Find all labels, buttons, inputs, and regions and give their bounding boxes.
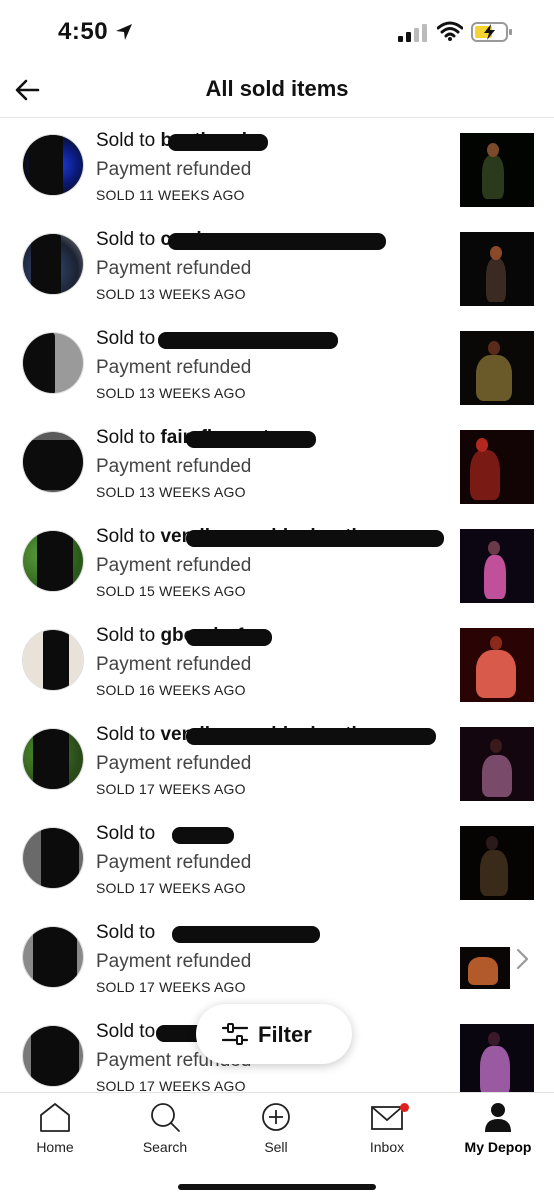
- sold-item-row[interactable]: Sold to Payment refunded SOLD 13 WEEKS A…: [0, 318, 554, 417]
- sold-time: SOLD 11 WEEKS AGO: [96, 187, 245, 203]
- sold-to-label: Sold to: [96, 625, 156, 646]
- sold-item-row[interactable]: Sold to baptizzed Payment refunded SOLD …: [0, 120, 554, 219]
- buyer-avatar: [22, 332, 84, 394]
- sold-time: SOLD 15 WEEKS AGO: [96, 583, 246, 599]
- buyer-avatar: [22, 1025, 84, 1087]
- payment-status: Payment refunded: [96, 852, 252, 873]
- buyer-avatar: [22, 530, 84, 592]
- sold-item-row[interactable]: Sold to vendingmachineboutique Payment r…: [0, 714, 554, 813]
- sold-time: SOLD 17 WEEKS AGO: [96, 979, 246, 995]
- nav-search[interactable]: Search: [110, 1101, 220, 1161]
- page-header: All sold items: [0, 64, 554, 118]
- sold-to-label: Sold to: [96, 922, 156, 943]
- payment-status: Payment refunded: [96, 456, 252, 477]
- wifi-icon: [437, 21, 463, 41]
- nav-label: Search: [142, 1139, 188, 1155]
- item-thumbnail[interactable]: [460, 133, 534, 207]
- item-thumbnail[interactable]: [460, 727, 534, 801]
- item-thumbnail[interactable]: [460, 628, 534, 702]
- profile-icon: [485, 1103, 511, 1132]
- search-icon: [151, 1103, 180, 1132]
- nav-inbox[interactable]: Inbox: [332, 1101, 442, 1161]
- buyer-avatar: [22, 431, 84, 493]
- item-thumbnail[interactable]: [460, 430, 534, 504]
- redaction-bar: [168, 233, 386, 250]
- sold-time: SOLD 13 WEEKS AGO: [96, 385, 246, 401]
- redaction-bar: [168, 134, 268, 151]
- battery-charging-icon: [471, 22, 512, 42]
- sold-to-label: Sold to: [96, 328, 156, 349]
- home-icon: [40, 1103, 70, 1132]
- payment-status: Payment refunded: [96, 159, 252, 180]
- payment-status: Payment refunded: [96, 654, 252, 675]
- filter-sliders-icon: [222, 1023, 248, 1045]
- page-title: All sold items: [205, 76, 349, 101]
- sold-to-label: Sold to: [96, 130, 156, 151]
- sold-time: SOLD 16 WEEKS AGO: [96, 682, 246, 698]
- sold-time: SOLD 13 WEEKS AGO: [96, 286, 246, 302]
- redaction-bar: [158, 332, 338, 349]
- sold-item-row[interactable]: Sold to Payment refunded SOLD 17 WEEKS A…: [0, 912, 554, 1011]
- filter-button[interactable]: Filter: [196, 1004, 352, 1064]
- redaction-bar: [172, 926, 320, 943]
- sold-item-row[interactable]: Sold to Payment refunded SOLD 17 WEEKS A…: [0, 813, 554, 912]
- sell-plus-icon: [262, 1103, 290, 1131]
- sold-time: SOLD 13 WEEKS AGO: [96, 484, 246, 500]
- sold-to-label: Sold to: [96, 1021, 156, 1042]
- status-time: 4:50: [58, 18, 109, 45]
- redaction-bar: [172, 827, 234, 844]
- chevron-right-icon[interactable]: [512, 946, 532, 972]
- sold-item-row[interactable]: Sold to carriganrosemary Payment refunde…: [0, 219, 554, 318]
- location-arrow-icon: [116, 24, 132, 40]
- status-bar: 4:50: [0, 0, 554, 64]
- item-thumbnail[interactable]: [460, 232, 534, 306]
- buyer-avatar: [22, 728, 84, 790]
- redaction-bar: [186, 530, 444, 547]
- home-indicator: [178, 1184, 376, 1190]
- item-thumbnail[interactable]: [460, 529, 534, 603]
- buyer-avatar: [22, 233, 84, 295]
- nav-my-depop[interactable]: My Depop: [443, 1101, 553, 1161]
- sold-item-row[interactable]: Sold to fairyfigments Payment refunded S…: [0, 417, 554, 516]
- redaction-bar: [186, 629, 272, 646]
- sold-time: SOLD 17 WEEKS AGO: [96, 1078, 246, 1092]
- redaction-bar: [186, 728, 436, 745]
- nav-sell[interactable]: Sell: [221, 1101, 331, 1161]
- nav-label: My Depop: [464, 1139, 532, 1155]
- payment-status: Payment refunded: [96, 555, 252, 576]
- payment-status: Payment refunded: [96, 357, 252, 378]
- buyer-avatar: [22, 629, 84, 691]
- item-thumbnail[interactable]: [460, 331, 534, 405]
- sold-to-label: Sold to: [96, 427, 156, 448]
- sold-to-label: Sold to: [96, 823, 156, 844]
- notification-dot: [400, 1103, 409, 1112]
- nav-label: Inbox: [369, 1139, 405, 1155]
- buyer-avatar: [22, 926, 84, 988]
- payment-status: Payment refunded: [96, 753, 252, 774]
- sold-time: SOLD 17 WEEKS AGO: [96, 781, 246, 797]
- payment-status: Payment refunded: [96, 258, 252, 279]
- nav-label: Home: [36, 1139, 74, 1155]
- redaction-bar: [186, 431, 316, 448]
- sold-time: SOLD 17 WEEKS AGO: [96, 880, 246, 896]
- item-thumbnail[interactable]: [460, 826, 534, 900]
- payment-status: Payment refunded: [96, 951, 252, 972]
- nav-home[interactable]: Home: [0, 1101, 110, 1161]
- item-thumbnail[interactable]: [460, 1024, 534, 1092]
- buyer-avatar: [22, 827, 84, 889]
- sold-to-label: Sold to: [96, 526, 156, 547]
- buyer-avatar: [22, 134, 84, 196]
- sold-to-label: Sold to: [96, 724, 156, 745]
- cellular-signal-icon: [398, 24, 427, 42]
- nav-label: Sell: [264, 1139, 288, 1155]
- sold-to-label: Sold to: [96, 229, 156, 250]
- inbox-icon: [371, 1106, 403, 1130]
- sold-item-row[interactable]: Sold to vendingmachineboutique Payment r…: [0, 516, 554, 615]
- sold-items-list[interactable]: Sold to baptizzed Payment refunded SOLD …: [0, 120, 554, 1092]
- sold-item-row[interactable]: Sold to gboudre1 Payment refunded SOLD 1…: [0, 615, 554, 714]
- filter-label: Filter: [258, 1022, 312, 1047]
